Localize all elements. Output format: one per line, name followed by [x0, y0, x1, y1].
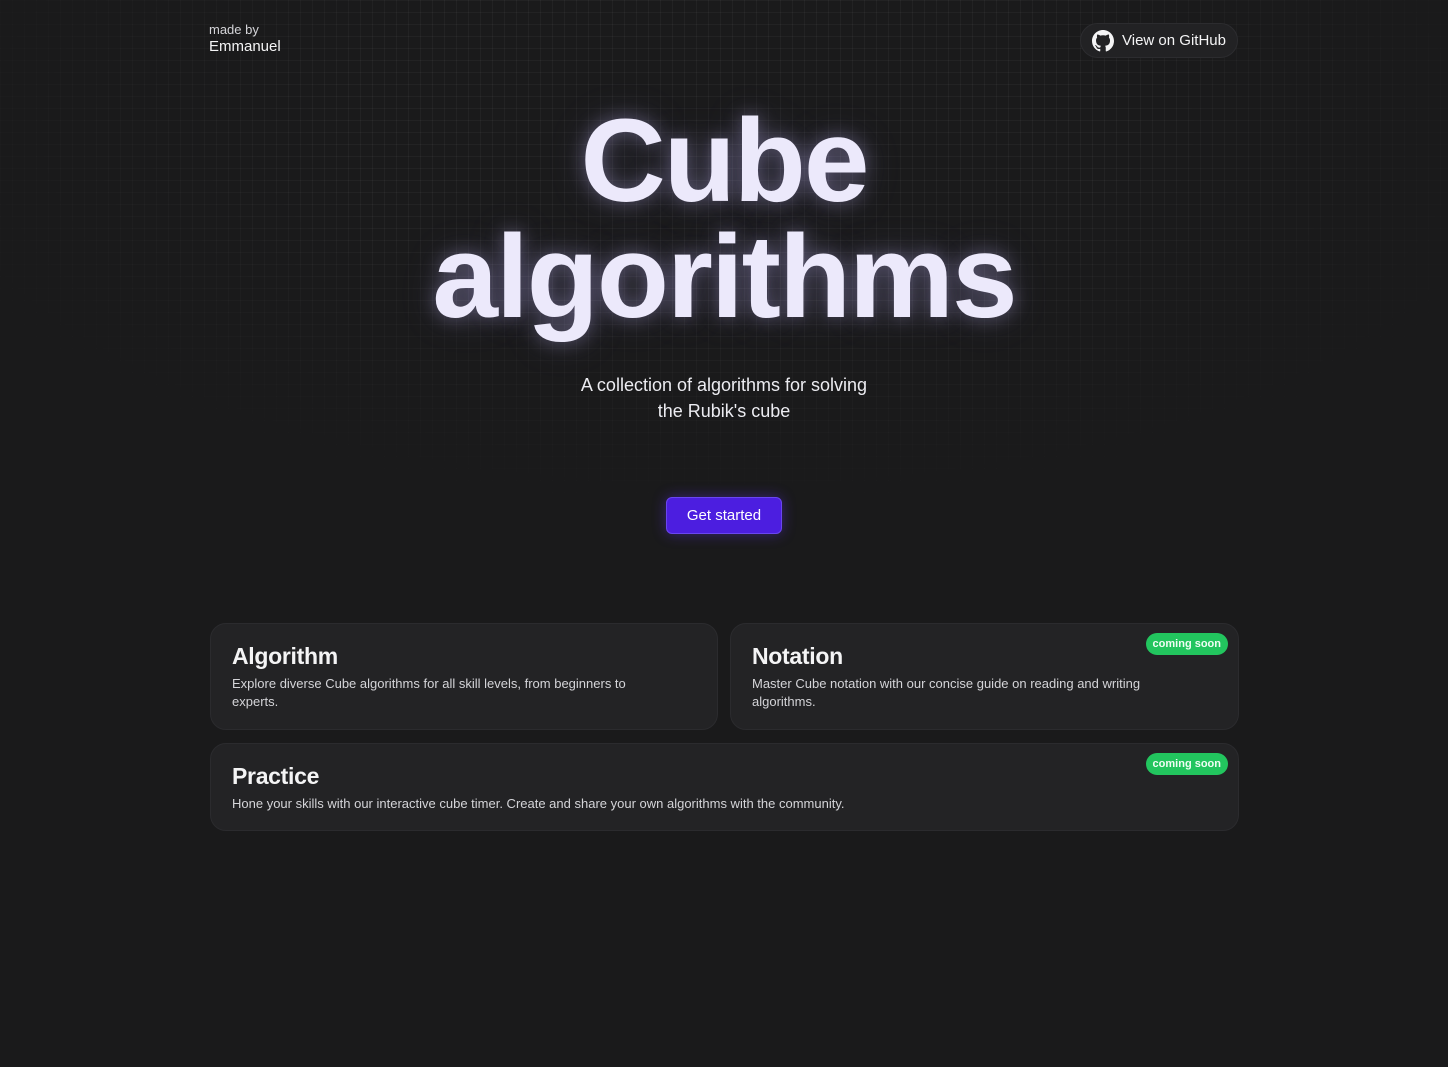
maker-prefix: made by: [209, 22, 259, 37]
card-notation[interactable]: coming soon Notation Master Cube notatio…: [730, 623, 1239, 730]
card-algorithm[interactable]: Algorithm Explore diverse Cube algorithm…: [210, 623, 718, 730]
coming-soon-badge: coming soon: [1145, 753, 1228, 775]
github-button[interactable]: View on GitHub: [1080, 23, 1238, 58]
card-practice[interactable]: coming soon Practice Hone your skills wi…: [210, 743, 1239, 831]
page: made by Emmanuel View on GitHub Cube alg…: [0, 0, 1448, 1067]
github-label: View on GitHub: [1122, 32, 1226, 49]
card-description: Explore diverse Cube algorithms for all …: [232, 676, 626, 709]
card-title: Practice: [232, 763, 320, 789]
maker-name[interactable]: Emmanuel: [209, 38, 281, 56]
card-title: Algorithm: [232, 643, 338, 669]
github-icon: [1092, 29, 1115, 52]
hero-subtitle: A collection of algorithms for solving t…: [580, 375, 868, 421]
get-started-button[interactable]: Get started: [666, 497, 782, 534]
hero-title-line2: algorithms: [432, 211, 1017, 343]
card-description: Master Cube notation with our concise gu…: [752, 676, 1141, 709]
hero-title-line1: Cube: [580, 95, 870, 227]
card-description: Hone your skills with our interactive cu…: [232, 796, 845, 811]
maker-credit: made by Emmanuel: [209, 22, 281, 56]
coming-soon-badge: coming soon: [1145, 633, 1228, 655]
